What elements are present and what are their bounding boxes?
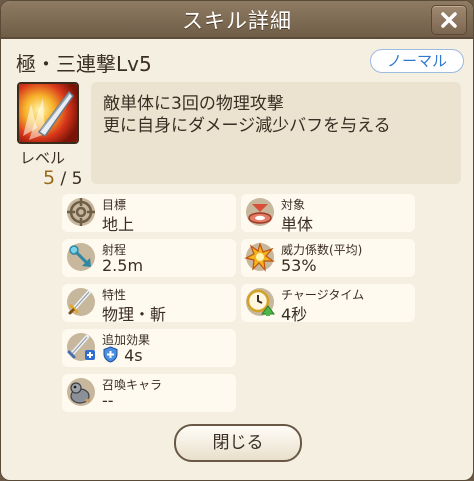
sword-plus-icon: [67, 333, 95, 361]
stat-charge: チャージタイム 4秒: [241, 284, 415, 324]
level-max: / 5: [60, 169, 83, 189]
stat-attribute: 特性 物理・斬: [62, 284, 236, 324]
close-icon: [441, 12, 457, 28]
stat-value: 4秒: [281, 305, 308, 324]
stat-target: 目標 地上: [62, 194, 236, 234]
skill-name: 極・三連撃Lv5: [16, 52, 152, 76]
skill-description: 敵単体に3回の物理攻撃 更に自身にダメージ減少バフを与える: [91, 82, 461, 184]
target-ring-icon: [246, 198, 274, 226]
stat-value: 単体: [281, 215, 314, 234]
rarity-badge: ノーマル: [370, 49, 464, 73]
burst-icon: [244, 242, 275, 272]
sword-icon: [67, 288, 95, 316]
stat-power: 威力係数(平均) 53%: [241, 239, 415, 277]
stat-extra: 追加効果 4s: [62, 329, 236, 367]
range-arrow-icon: [67, 243, 95, 271]
level-current: 5: [43, 167, 56, 189]
level-value: 5 / 5: [43, 167, 82, 189]
stat-summon: 召喚キャラ --: [62, 374, 236, 412]
stat-value: 4s: [102, 346, 143, 365]
clock-icon: [246, 288, 275, 316]
stat-value: 地上: [102, 215, 135, 234]
description-line: 更に自身にダメージ減少バフを与える: [103, 116, 391, 136]
stat-value: 2.5m: [102, 256, 144, 275]
summon-creature-icon: [67, 378, 95, 406]
stat-value: 物理・斬: [102, 305, 167, 324]
crosshair-icon: [67, 198, 95, 226]
skill-detail-dialog: スキル詳細 極・三連撃Lv5 ノーマル レベル 5 / 5 敵単体に3回の物理攻…: [0, 0, 474, 481]
stat-value: 53%: [281, 256, 317, 275]
extra-effect-duration: 4s: [124, 346, 143, 365]
close-x-button[interactable]: [431, 5, 467, 35]
dialog-titlebar: スキル詳細: [1, 1, 473, 39]
stat-subject: 対象 単体: [241, 194, 415, 234]
stat-value: --: [102, 391, 114, 410]
stat-range: 射程 2.5m: [62, 239, 236, 277]
close-button[interactable]: 閉じる: [174, 424, 302, 462]
level-label: レベル: [20, 149, 66, 167]
dialog-title: スキル詳細: [182, 9, 292, 33]
skill-icon: [17, 82, 79, 144]
shield-plus-icon: [103, 346, 118, 363]
